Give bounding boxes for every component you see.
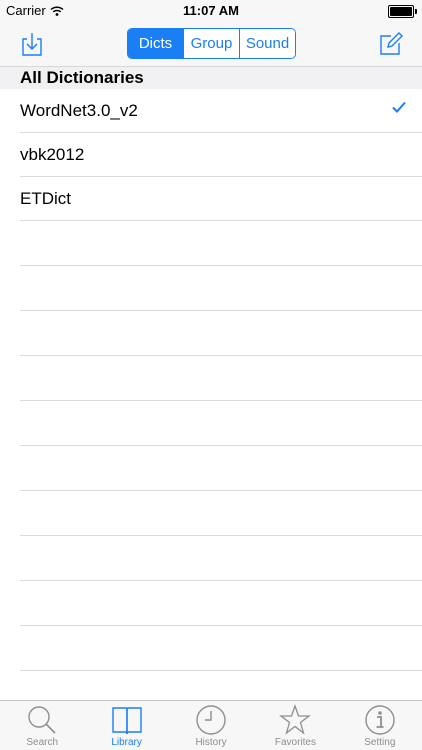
list-item[interactable]: WordNet3.0_v2 xyxy=(20,89,422,133)
download-tray-icon xyxy=(22,33,42,56)
info-icon xyxy=(365,705,395,735)
dictionary-name: vbk2012 xyxy=(20,145,85,164)
star-icon xyxy=(279,704,312,735)
tab-label: Library xyxy=(111,737,142,748)
empty-row xyxy=(20,311,422,356)
dictionary-name: ETDict xyxy=(20,189,71,208)
dictionary-list: WordNet3.0_v2 vbk2012 ETDict xyxy=(0,89,422,671)
tab-search[interactable]: Search xyxy=(0,701,84,750)
empty-row xyxy=(20,401,422,446)
tab-label: Setting xyxy=(364,737,396,748)
list-item[interactable]: ETDict xyxy=(20,177,422,221)
tab-label: Favorites xyxy=(274,737,316,748)
tab-favorites[interactable]: Favorites xyxy=(253,701,337,750)
empty-row xyxy=(20,626,422,671)
clock-icon xyxy=(196,705,226,735)
dictionary-name: WordNet3.0_v2 xyxy=(20,101,138,120)
section-title: All Dictionaries xyxy=(20,68,144,87)
battery-icon xyxy=(388,5,417,18)
segment-group[interactable]: Group xyxy=(183,29,239,58)
compose-icon xyxy=(380,32,403,55)
list-item[interactable]: vbk2012 xyxy=(20,133,422,177)
status-bar: Carrier 11:07 AM xyxy=(0,0,422,22)
tab-history[interactable]: History xyxy=(169,701,253,750)
section-header: All Dictionaries xyxy=(0,66,422,89)
empty-row xyxy=(20,356,422,401)
segment-dicts[interactable]: Dicts xyxy=(128,29,183,58)
empty-row xyxy=(20,581,422,626)
empty-row xyxy=(20,446,422,491)
book-icon xyxy=(111,707,142,735)
empty-row xyxy=(20,221,422,266)
checkmark-icon xyxy=(392,101,406,113)
tab-setting[interactable]: Setting xyxy=(338,701,422,750)
tab-bar: Search Library History Favorites Setting xyxy=(0,700,422,750)
empty-row xyxy=(20,266,422,311)
search-icon xyxy=(28,706,56,734)
tab-label: History xyxy=(195,737,227,748)
download-button[interactable] xyxy=(18,30,46,58)
tab-library[interactable]: Library xyxy=(84,701,168,750)
edit-button[interactable] xyxy=(376,30,404,58)
nav-bar: Dicts Group Sound xyxy=(0,22,422,66)
segment-sound[interactable]: Sound xyxy=(239,29,295,58)
clock: 11:07 AM xyxy=(183,3,239,18)
segmented-control: Dicts Group Sound xyxy=(127,28,296,59)
empty-row xyxy=(20,536,422,581)
tab-label: Search xyxy=(26,737,59,748)
empty-row xyxy=(20,491,422,536)
